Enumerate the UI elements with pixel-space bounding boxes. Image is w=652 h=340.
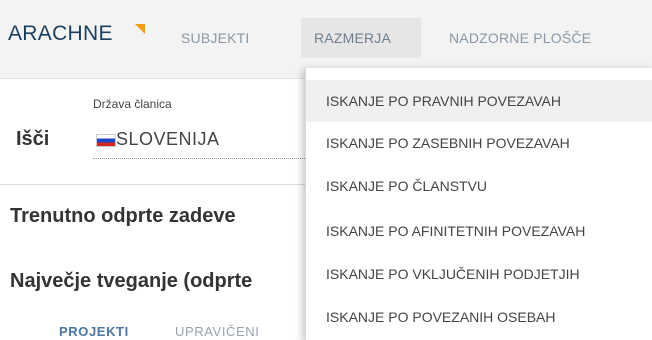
search-label: Išči — [16, 128, 50, 150]
menu-item-involved-companies[interactable]: ISKANJE PO VKLJUČENIH PODJETJIH — [306, 253, 652, 295]
tab-upraviceni[interactable]: UPRAVIČENI — [175, 324, 260, 339]
menu-item-related-persons[interactable]: ISKANJE PO POVEZANIH OSEBAH — [306, 296, 652, 338]
menu-item-affinity-links[interactable]: ISKANJE PO AFINITETNIH POVEZAVAH — [306, 210, 652, 252]
app-logo[interactable]: ARACHNE — [8, 22, 113, 46]
menu-item-membership[interactable]: ISKANJE PO ČLANSTVU — [306, 165, 652, 207]
nav-subjekti[interactable]: SUBJEKTI — [181, 18, 250, 58]
menu-item-private-links[interactable]: ISKANJE PO ZASEBNIH POVEZAVAH — [306, 122, 652, 164]
razmerja-dropdown-menu: ISKANJE PO PRAVNIH POVEZAVAH ISKANJE PO … — [305, 68, 652, 340]
divider — [0, 184, 310, 185]
nav-razmerja[interactable]: RAZMERJA — [301, 18, 421, 58]
slovenia-flag-icon — [96, 134, 116, 147]
open-cases-heading: Trenutno odprte zadeve — [10, 205, 236, 227]
menu-item-legal-links[interactable]: ISKANJE PO PRAVNIH POVEZAVAH — [306, 80, 652, 122]
highest-risk-heading: Največje tveganje (odprte — [10, 270, 253, 292]
country-select[interactable]: SLOVENIJA — [93, 124, 313, 159]
nav-nadzorne-plosce[interactable]: NADZORNE PLOŠČE — [449, 18, 591, 58]
logo-corner-icon — [135, 24, 145, 34]
tab-projekti[interactable]: PROJEKTI — [59, 324, 129, 339]
country-value: SLOVENIJA — [116, 129, 220, 149]
member-state-label: Država članica — [93, 97, 172, 111]
